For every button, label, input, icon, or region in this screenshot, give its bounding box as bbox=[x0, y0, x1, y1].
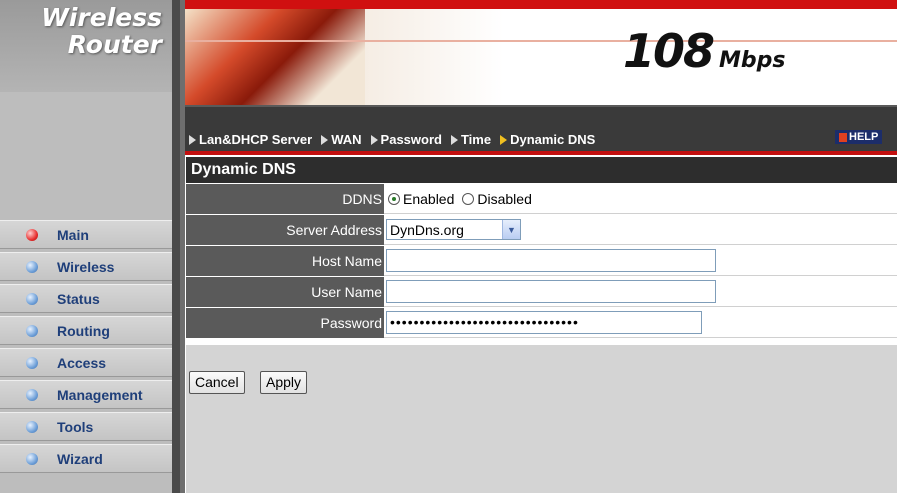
menu-item-label: Main bbox=[57, 226, 89, 243]
nav-item-label: Lan&DHCP Server bbox=[199, 132, 313, 147]
menu-item-label: Access bbox=[57, 354, 107, 371]
banner-artwork bbox=[185, 9, 365, 105]
arrow-right-icon bbox=[189, 134, 196, 145]
nav-item-label: Time bbox=[460, 132, 492, 147]
nav-bottom-stripe bbox=[185, 151, 897, 155]
host-name-label: Host Name bbox=[186, 246, 384, 276]
menu-item-wireless[interactable]: Wireless bbox=[0, 252, 172, 281]
menu-bullet-icon bbox=[26, 228, 38, 241]
password-input[interactable]: •••••••••••••••••••••••••••••••• bbox=[386, 311, 702, 334]
menu-item-label: Status bbox=[57, 290, 100, 307]
user-name-label: User Name bbox=[186, 277, 384, 307]
top-nav: Lan&DHCP Server WAN Password Time Dynami… bbox=[185, 105, 897, 155]
host-name-value bbox=[384, 246, 897, 276]
ddns-value: Enabled Disabled bbox=[384, 184, 897, 214]
menu-item-label: Tools bbox=[57, 418, 94, 435]
nav-item-password[interactable]: Password bbox=[370, 132, 442, 147]
ddns-disabled-radio[interactable] bbox=[462, 192, 475, 205]
ddns-label: DDNS bbox=[186, 184, 384, 214]
user-name-input[interactable] bbox=[386, 280, 716, 303]
arrow-right-icon bbox=[321, 134, 329, 145]
logo-line-2: Router bbox=[67, 30, 162, 59]
speed-unit: Mbps bbox=[719, 48, 786, 73]
menu-bullet-icon bbox=[26, 324, 38, 337]
logo-text: Wireless Router bbox=[14, 4, 170, 58]
help-icon bbox=[839, 132, 847, 142]
server-address-label: Server Address bbox=[186, 215, 384, 245]
arrow-right-icon bbox=[500, 134, 508, 145]
menu-bullet-icon bbox=[26, 388, 38, 401]
menu-bullet-icon bbox=[26, 292, 38, 305]
apply-button[interactable]: Apply bbox=[260, 371, 308, 394]
speed-logo: 108 Mbps bbox=[623, 24, 786, 78]
page-title: Dynamic DNS bbox=[186, 157, 897, 183]
sidebar-divider bbox=[172, 0, 180, 493]
menu-item-label: Routing bbox=[57, 322, 110, 339]
ddns-disabled-label: Disabled bbox=[477, 190, 532, 207]
nav-item-wan[interactable]: WAN bbox=[321, 132, 362, 147]
nav-item-dynamic-dns[interactable]: Dynamic DNS bbox=[500, 132, 595, 147]
form-actions: Cancel Apply bbox=[186, 345, 897, 493]
form-row-host-name: Host Name bbox=[186, 246, 897, 276]
server-address-value: DynDns.org ▼ bbox=[384, 215, 897, 245]
form-row-user-name: User Name bbox=[186, 277, 897, 307]
form-row-server-address: Server Address DynDns.org ▼ bbox=[186, 215, 897, 245]
cancel-button[interactable]: Cancel bbox=[189, 371, 245, 394]
chevron-down-icon[interactable]: ▼ bbox=[502, 220, 520, 239]
menu-item-wizard[interactable]: Wizard bbox=[0, 444, 172, 473]
logo-line-1: Wireless bbox=[41, 3, 162, 32]
nav-item-time[interactable]: Time bbox=[450, 132, 492, 147]
menu-bullet-icon bbox=[26, 420, 38, 433]
speed-number: 108 bbox=[623, 24, 715, 78]
server-address-selected: DynDns.org bbox=[390, 221, 464, 238]
sidebar: Wireless Router Main Wireless Status Rou… bbox=[0, 0, 172, 493]
menu-bullet-icon bbox=[26, 356, 38, 369]
nav-item-label: Dynamic DNS bbox=[510, 132, 596, 147]
menu-item-label: Wireless bbox=[57, 258, 115, 275]
logo: Wireless Router bbox=[0, 0, 172, 92]
ddns-enabled-label: Enabled bbox=[403, 190, 455, 207]
server-address-select[interactable]: DynDns.org ▼ bbox=[386, 219, 521, 240]
help-button[interactable]: HELP bbox=[835, 130, 883, 144]
menu-item-status[interactable]: Status bbox=[0, 284, 172, 313]
help-label: HELP bbox=[849, 131, 879, 143]
main-menu: Main Wireless Status Routing Access Mana… bbox=[0, 220, 172, 476]
ddns-enabled-radio[interactable] bbox=[388, 192, 400, 205]
user-name-value bbox=[384, 277, 897, 307]
header-banner: 108 Mbps bbox=[185, 0, 897, 105]
form-row-ddns: DDNS Enabled Disabled bbox=[186, 184, 897, 214]
menu-item-tools[interactable]: Tools bbox=[0, 412, 172, 441]
menu-item-management[interactable]: Management bbox=[0, 380, 172, 409]
banner-swoosh bbox=[185, 40, 897, 42]
ddns-enabled-option[interactable]: Enabled bbox=[386, 191, 454, 207]
banner-background bbox=[335, 9, 897, 105]
menu-item-label: Wizard bbox=[57, 450, 103, 467]
nav-item-label: WAN bbox=[331, 132, 362, 147]
password-label: Password bbox=[186, 308, 384, 338]
host-name-input[interactable] bbox=[386, 249, 716, 272]
form-row-password: Password •••••••••••••••••••••••••••••••… bbox=[186, 308, 897, 338]
menu-item-main[interactable]: Main bbox=[0, 220, 172, 249]
banner-top-stripe bbox=[185, 0, 897, 9]
menu-item-access[interactable]: Access bbox=[0, 348, 172, 377]
menu-bullet-icon bbox=[26, 260, 38, 273]
arrow-right-icon bbox=[370, 134, 378, 145]
nav-links: Lan&DHCP Server WAN Password Time Dynami… bbox=[189, 132, 604, 147]
ddns-disabled-option[interactable]: Disabled bbox=[460, 190, 532, 207]
nav-item-label: Password bbox=[380, 132, 442, 147]
menu-item-label: Management bbox=[57, 386, 143, 403]
arrow-right-icon bbox=[450, 134, 458, 145]
password-value: •••••••••••••••••••••••••••••••• bbox=[384, 308, 897, 338]
menu-item-routing[interactable]: Routing bbox=[0, 316, 172, 345]
nav-item-lan-dhcp[interactable]: Lan&DHCP Server bbox=[189, 132, 312, 147]
ddns-form: DDNS Enabled Disabled Server Address Dyn… bbox=[186, 184, 897, 339]
menu-bullet-icon bbox=[26, 452, 38, 465]
